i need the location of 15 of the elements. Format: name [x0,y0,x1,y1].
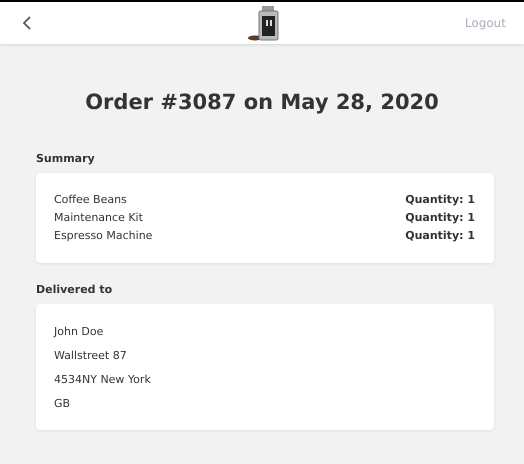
item-quantity: Quantity: 1 [405,210,475,226]
item-name: Coffee Beans [54,192,127,208]
address-line: Wallstreet 87 [54,348,128,364]
order-title: Order #3087 on May 28, 2020 [84,90,440,114]
address-line: John Doe [54,324,104,340]
address-line: 4534NY New York [54,372,152,388]
item-quantity: Quantity: 1 [405,192,475,208]
section-heading: Summary [36,152,96,165]
item-name: Espresso Machine [54,228,152,244]
chevron-left-icon [22,16,32,30]
section-heading: Delivered to [36,283,114,296]
item-quantity: Quantity: 1 [405,228,475,244]
item-name: Maintenance Kit [54,210,143,226]
logout-link[interactable]: Logout [464,16,506,30]
address-line: GB [54,396,72,412]
